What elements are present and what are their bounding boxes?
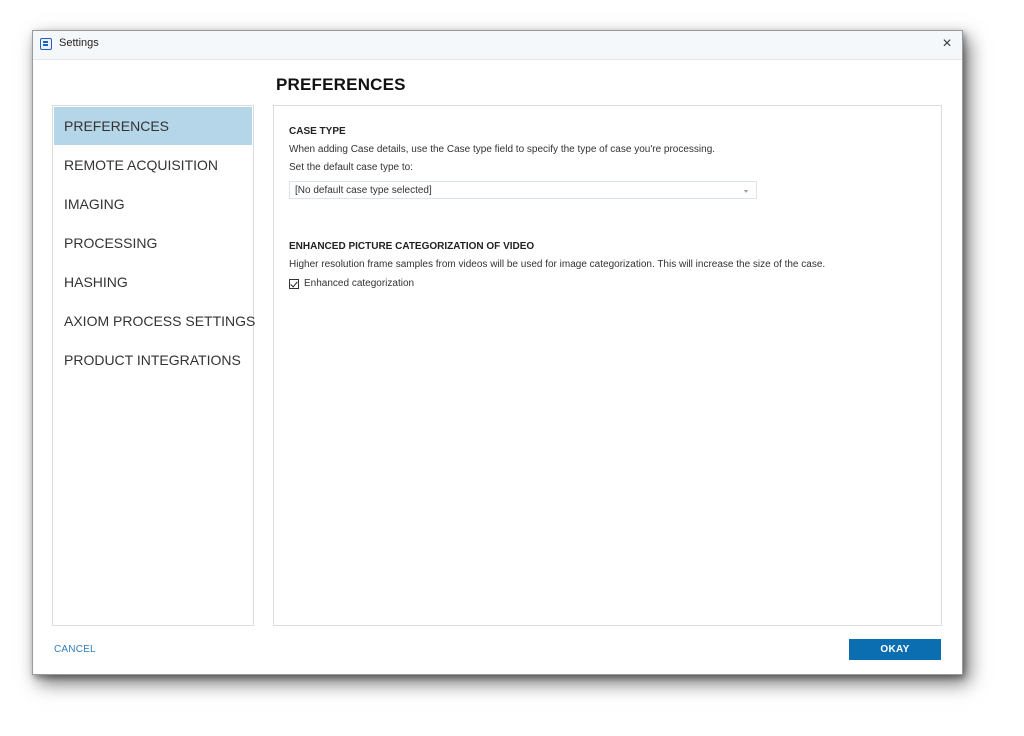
app-window-icon [40, 38, 52, 50]
page-title: PREFERENCES [276, 75, 406, 94]
close-button[interactable]: × [938, 35, 956, 53]
sidebar-item-remote-acquisition[interactable]: REMOTE ACQUISITION [54, 146, 252, 184]
case-type-section: CASE TYPE When adding Case details, use … [289, 126, 757, 199]
enhanced-categorization-checkbox[interactable] [289, 278, 299, 289]
enhanced-categorization-section: ENHANCED PICTURE CATEGORIZATION OF VIDEO… [289, 241, 825, 289]
okay-button[interactable]: OKAY [849, 639, 941, 660]
settings-sidebar: PREFERENCES REMOTE ACQUISITION IMAGING P… [52, 105, 255, 626]
settings-dialog: Settings × PREFERENCES PREFERENCES REMOT… [32, 30, 963, 675]
default-case-type-dropdown[interactable]: [No default case type selected] [289, 181, 757, 199]
enhanced-categorization-option[interactable]: Enhanced categorization [289, 278, 825, 289]
default-case-type-label: Set the default case type to: [289, 162, 413, 173]
preferences-panel: CASE TYPE When adding Case details, use … [273, 105, 942, 626]
sidebar-item-axiom-process-settings[interactable]: AXIOM PROCESS SETTINGS [54, 302, 255, 340]
window-title: Settings [59, 37, 99, 49]
sidebar-item-hashing[interactable]: HASHING [54, 263, 252, 301]
sidebar-item-preferences[interactable]: PREFERENCES [54, 107, 252, 145]
title-bar: Settings × [33, 31, 962, 60]
sidebar-item-processing[interactable]: PROCESSING [54, 224, 252, 262]
case-type-description: When adding Case details, use the Case t… [289, 144, 716, 155]
dropdown-selected-value: [No default case type selected] [295, 185, 432, 196]
sidebar-item-product-integrations[interactable]: PRODUCT INTEGRATIONS [54, 341, 252, 379]
enhanced-description: Higher resolution frame samples from vid… [289, 259, 826, 270]
cancel-button[interactable]: CANCEL [54, 644, 96, 655]
enhanced-heading: ENHANCED PICTURE CATEGORIZATION OF VIDEO [289, 241, 535, 252]
enhanced-categorization-label: Enhanced categorization [304, 278, 415, 289]
close-icon: × [942, 35, 952, 52]
chevron-down-icon [744, 190, 748, 193]
case-type-heading: CASE TYPE [289, 126, 346, 137]
sidebar-item-imaging[interactable]: IMAGING [54, 185, 252, 223]
